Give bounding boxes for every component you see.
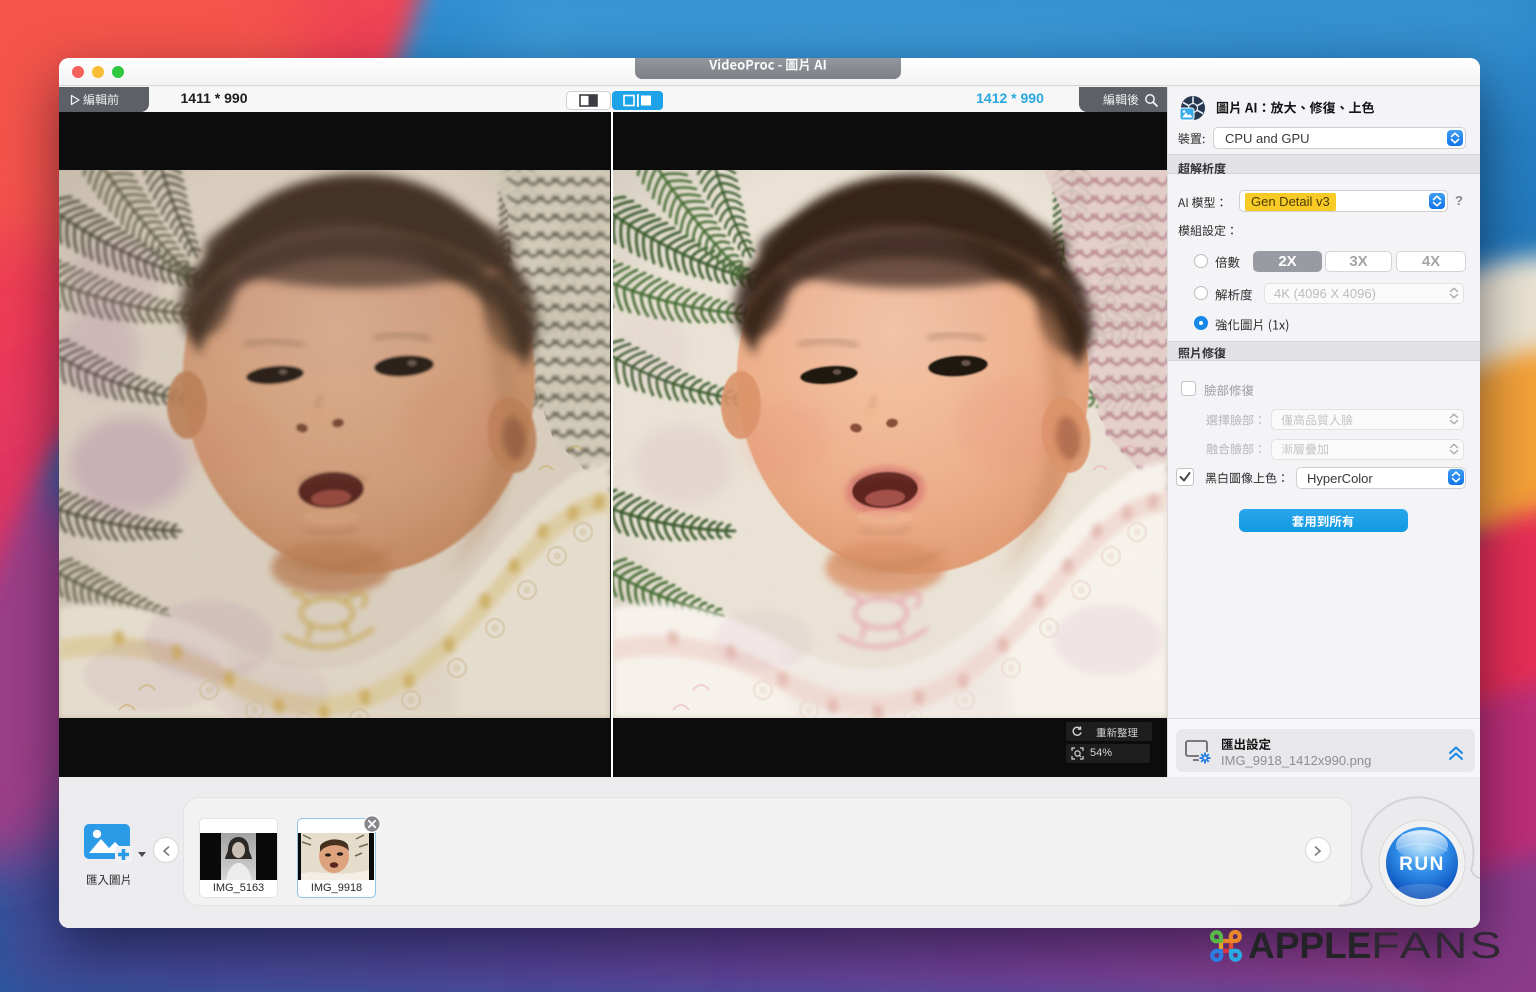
svg-text:RUN: RUN [1399, 854, 1445, 875]
